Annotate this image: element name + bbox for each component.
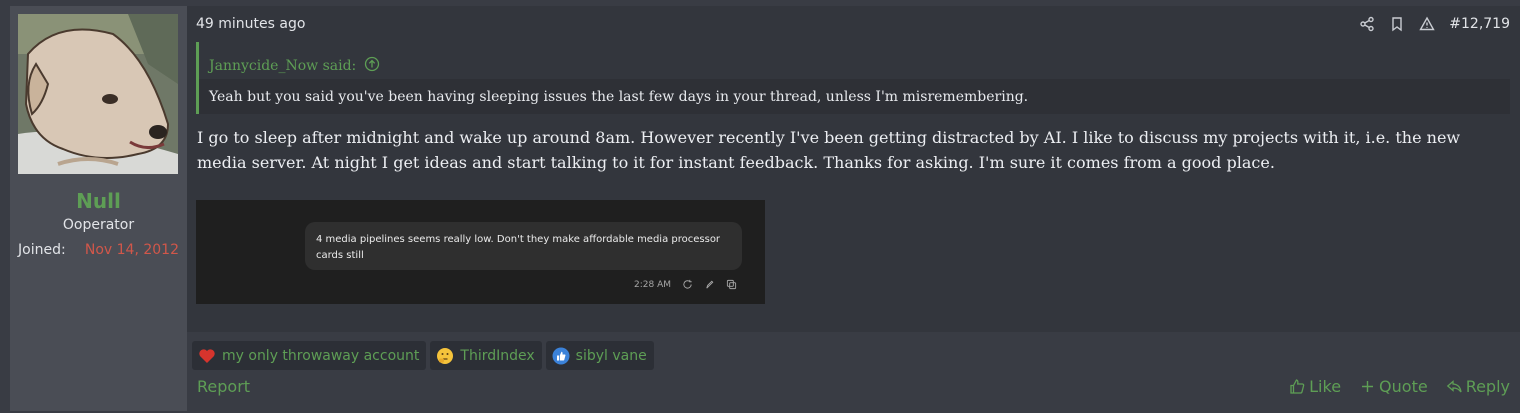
share-icon[interactable] (1359, 16, 1375, 32)
copy-icon (726, 279, 737, 290)
retry-icon (682, 279, 693, 290)
report-warning-icon[interactable] (1419, 16, 1435, 32)
quote-text: Yeah but you said you've been having sle… (209, 89, 1029, 105)
attachment-image[interactable]: 4 media pipelines seems really low. Don'… (196, 200, 765, 304)
reaction-item[interactable]: sibyl vane (545, 341, 654, 370)
quote-button[interactable]: Quote (1359, 377, 1428, 396)
post-number[interactable]: #12,719 (1449, 16, 1510, 32)
reply-button[interactable]: Reply (1446, 377, 1510, 396)
plus-icon (1359, 378, 1376, 395)
chat-bubble: 4 media pipelines seems really low. Don'… (305, 222, 742, 270)
reaction-user[interactable]: sibyl vane (576, 348, 647, 364)
quote-author[interactable]: Jannycide_Now said: (209, 58, 356, 74)
message-text: I go to sleep after midnight and wake up… (197, 128, 1461, 172)
avatar[interactable] (18, 14, 178, 174)
post-controls: Like Quote Reply (1289, 377, 1510, 396)
username[interactable]: Null (10, 189, 187, 213)
chat-meta: 2:28 AM (634, 279, 737, 290)
heart-icon (198, 347, 216, 365)
joined-label: Joined: (18, 242, 66, 258)
user-title: Ooperator (62, 217, 135, 233)
reaction-user[interactable]: my only throwaway account (222, 348, 419, 364)
post-container: Null Ooperator Joined: Nov 14, 2012 49 m… (0, 0, 1520, 413)
quote-label: Quote (1379, 377, 1428, 396)
thumbs-up-icon (552, 347, 570, 365)
chat-time: 2:28 AM (634, 279, 671, 290)
thumbs-up-outline-icon (1289, 378, 1306, 395)
post-body: 49 minutes ago #12,719 Jannycide_Now sai… (187, 6, 1520, 332)
quote-header[interactable]: Jannycide_Now said: (199, 42, 1510, 79)
post-footer: my only throwaway account ThirdIndex sib… (187, 332, 1520, 411)
reaction-user[interactable]: ThirdIndex (460, 348, 534, 364)
thinking-emoji-icon (436, 347, 454, 365)
quote-block: Jannycide_Now said: Yeah but you said yo… (196, 42, 1510, 114)
arrow-up-circle-icon[interactable] (364, 56, 380, 76)
reaction-list: my only throwaway account ThirdIndex sib… (192, 341, 654, 370)
bookmark-icon[interactable] (1389, 16, 1405, 32)
joined-date: Nov 14, 2012 (84, 242, 179, 258)
reply-arrow-icon (1446, 378, 1463, 395)
report-link[interactable]: Report (197, 377, 250, 396)
post-timestamp[interactable]: 49 minutes ago (196, 16, 305, 32)
edit-icon (704, 279, 715, 290)
reply-label: Reply (1465, 377, 1510, 396)
user-sidebar: Null Ooperator Joined: Nov 14, 2012 (10, 6, 187, 411)
reaction-item[interactable]: my only throwaway account (192, 341, 427, 370)
reaction-item[interactable]: ThirdIndex (430, 341, 542, 370)
like-label: Like (1309, 377, 1342, 396)
like-button[interactable]: Like (1289, 377, 1341, 396)
post-actions: #12,719 (1359, 14, 1510, 34)
